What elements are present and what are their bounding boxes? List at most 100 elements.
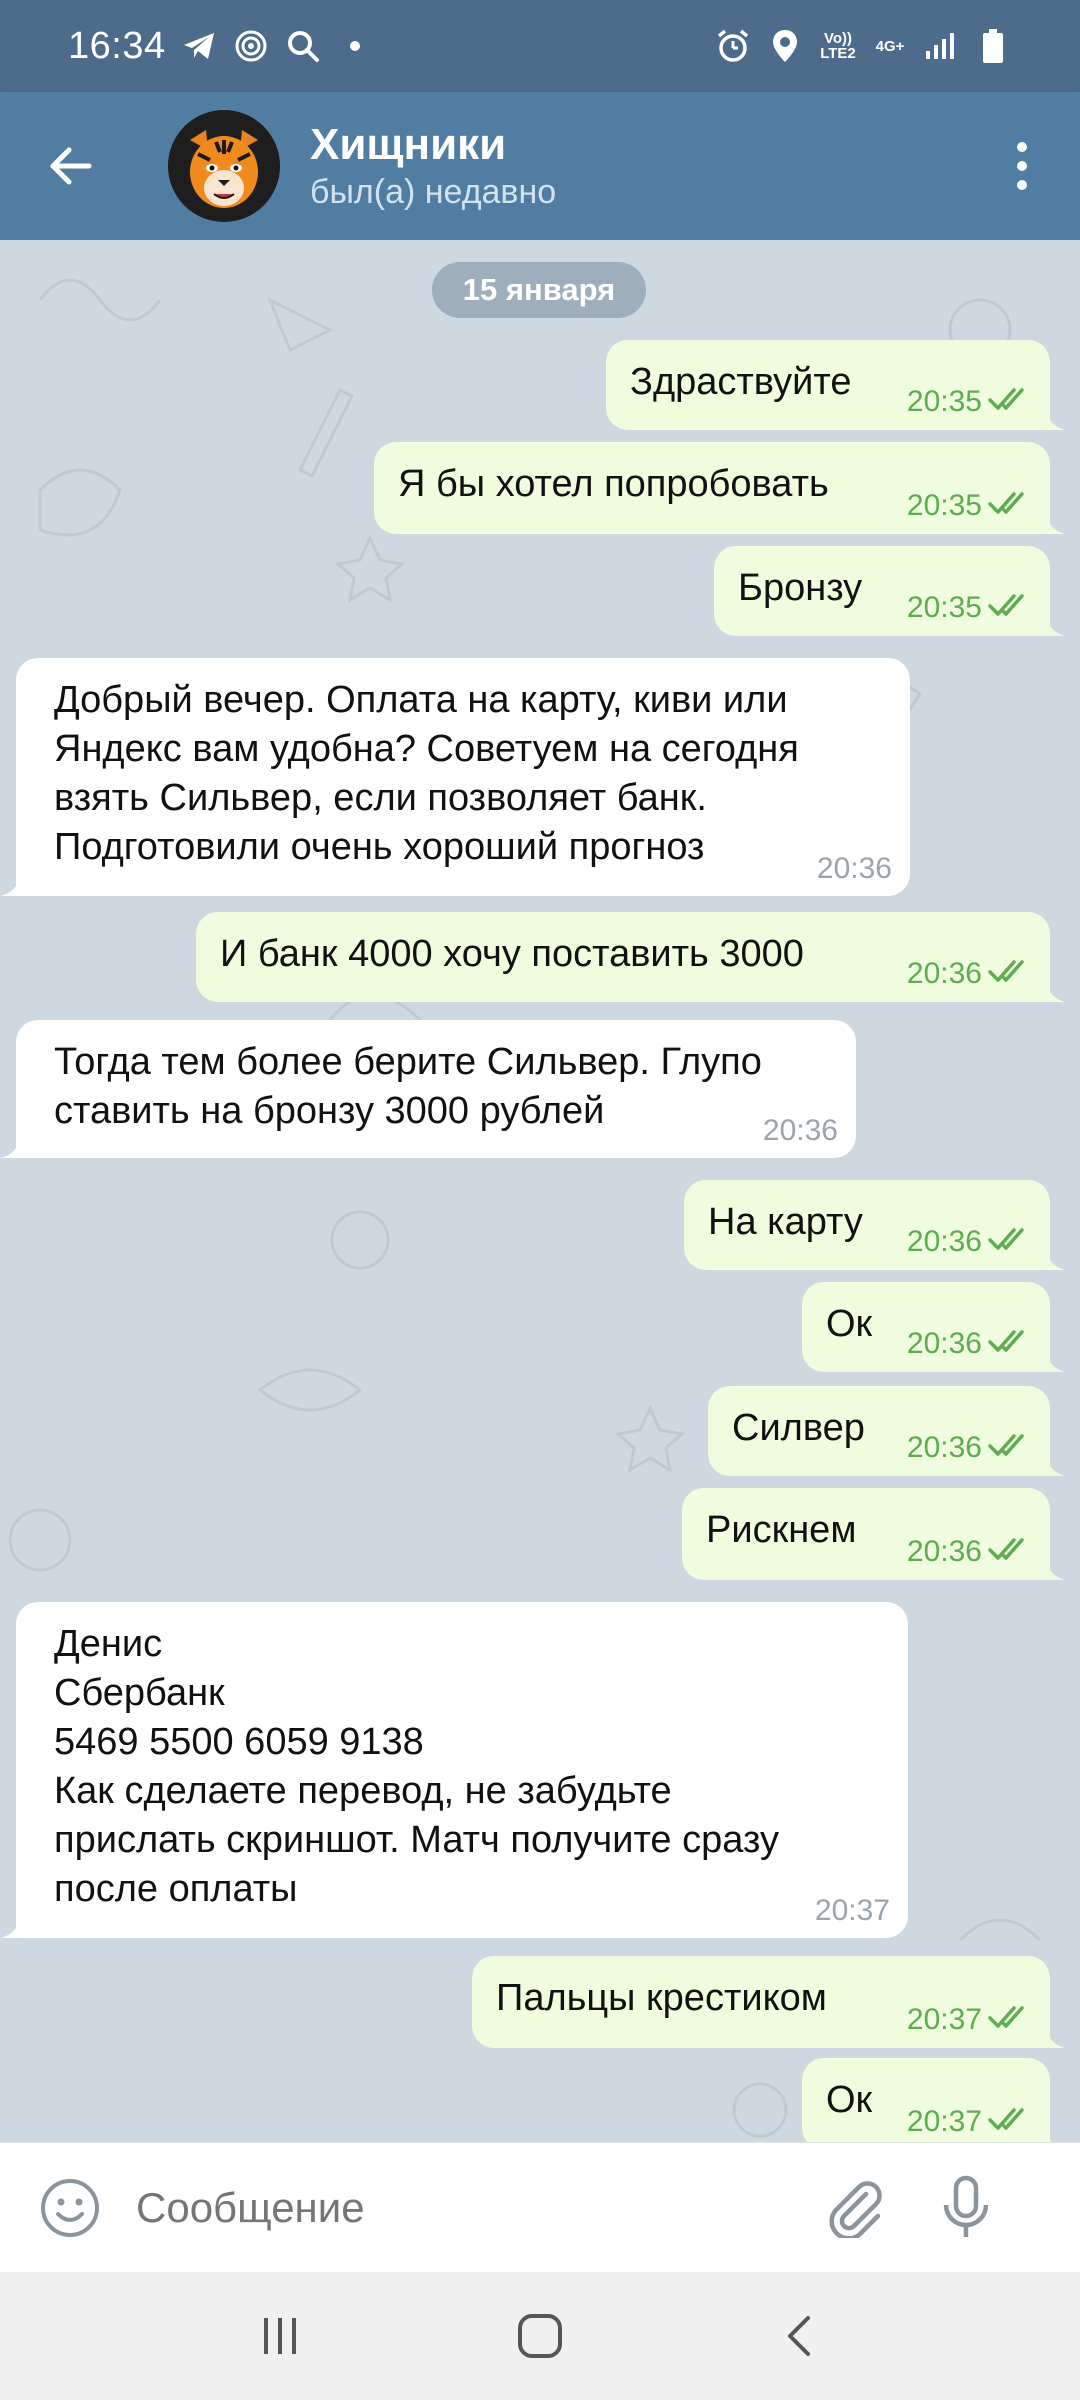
- message-meta: 20:37: [907, 2106, 1032, 2138]
- incoming-message[interactable]: Тогда тем более берите Сильвер. Глупо ст…: [0, 1020, 856, 1158]
- paperclip-icon: [829, 2180, 882, 2238]
- read-receipt-icon: [988, 490, 1032, 522]
- bubble-tail: [0, 874, 20, 896]
- double-check-icon: [988, 2108, 1024, 2130]
- more-menu-button[interactable]: [992, 121, 1052, 211]
- home-button[interactable]: [495, 2291, 585, 2381]
- double-check-icon: [988, 1538, 1024, 1560]
- tiger-avatar-icon: [168, 110, 280, 222]
- message-meta: 20:36: [907, 958, 1032, 990]
- emoji-button[interactable]: [30, 2168, 110, 2248]
- message-text: Добрый вечер. Оплата на карту, киви или …: [54, 679, 799, 868]
- read-receipt-icon: [988, 958, 1032, 990]
- bubble-tail: [1046, 2128, 1052, 2142]
- outgoing-message[interactable]: Силвер 20:36: [708, 1386, 1066, 1476]
- double-check-icon: [988, 1228, 1024, 1250]
- read-receipt-icon: [988, 1226, 1032, 1258]
- message-time: 20:36: [762, 1114, 838, 1147]
- outgoing-message[interactable]: Я бы хотел попробовать 20:35: [374, 442, 1066, 534]
- bubble-tail: [1046, 1248, 1066, 1270]
- back-button[interactable]: [26, 121, 116, 211]
- outgoing-message[interactable]: На карту 20:36: [684, 1180, 1066, 1270]
- double-check-icon: [988, 594, 1024, 616]
- avatar[interactable]: [168, 110, 280, 222]
- more-vertical-icon: [1017, 142, 1027, 152]
- bubble-tail: [1046, 1454, 1066, 1476]
- home-icon: [518, 2314, 562, 2358]
- message-meta: 20:37: [907, 2004, 1032, 2036]
- read-receipt-icon: [988, 1328, 1032, 1360]
- recents-icon: [264, 2318, 296, 2354]
- read-receipt-icon: [988, 2004, 1032, 2036]
- message-meta: 20:36: [817, 854, 892, 884]
- message-time: 20:36: [906, 1431, 982, 1464]
- double-check-icon: [988, 1330, 1024, 1352]
- read-receipt-icon: [988, 1536, 1032, 1568]
- outgoing-message[interactable]: Бронзу 20:35: [714, 546, 1066, 636]
- message-time: 20:35: [906, 489, 982, 522]
- spiral-icon: [232, 27, 270, 65]
- microphone-icon: [943, 2175, 989, 2237]
- read-receipt-icon: [988, 592, 1032, 624]
- dot-icon: [336, 27, 374, 65]
- bubble-tail: [1046, 2026, 1066, 2048]
- outgoing-message[interactable]: Рискнем 20:36: [682, 1488, 1066, 1580]
- bubble-tail: [1046, 614, 1066, 636]
- outgoing-message[interactable]: И банк 4000 хочу поставить 3000 20:36: [196, 912, 1066, 1002]
- chat-info[interactable]: Хищники был(а) недавно: [310, 119, 556, 213]
- outgoing-message[interactable]: Ок 20:36: [802, 1282, 1066, 1372]
- 4g-icon: 4G+: [875, 37, 905, 55]
- incoming-message[interactable]: Добрый вечер. Оплата на карту, киви или …: [0, 658, 910, 896]
- alarm-icon: [714, 27, 752, 65]
- read-receipt-icon: [988, 1432, 1032, 1464]
- message-meta: 20:36: [907, 1432, 1032, 1464]
- message-time: 20:37: [906, 2105, 982, 2138]
- chat-header: Хищники был(а) недавно: [0, 92, 1080, 240]
- attach-button[interactable]: [816, 2168, 896, 2248]
- recent-apps-button[interactable]: [235, 2291, 325, 2381]
- chat-title: Хищники: [310, 120, 507, 169]
- search-icon: [284, 27, 322, 65]
- outgoing-message[interactable]: Ок 20:37: [802, 2058, 1052, 2142]
- message-meta: 20:37: [815, 1896, 890, 1926]
- location-icon: [766, 27, 804, 65]
- double-check-icon: [988, 1434, 1024, 1456]
- message-time: 20:36: [906, 1225, 982, 1258]
- message-time: 20:36: [816, 852, 892, 885]
- message-meta: 20:36: [907, 1226, 1032, 1258]
- outgoing-message[interactable]: Здраствуйте 20:35: [606, 340, 1066, 430]
- message-meta: 20:36: [907, 1328, 1032, 1360]
- message-time: 20:36: [906, 957, 982, 990]
- chat-area[interactable]: 15 января Здраствуйте 20:35 Я бы хотел поп…: [0, 240, 1080, 2142]
- bubble-tail: [0, 1136, 20, 1158]
- message-meta: 20:36: [907, 1536, 1032, 1568]
- double-check-icon: [988, 388, 1024, 410]
- battery-icon: [974, 27, 1012, 65]
- bubble-tail: [1046, 1558, 1066, 1580]
- message-time: 20:36: [906, 1535, 982, 1568]
- status-bar: 16:34 Vo)) LTE2 4G+: [0, 0, 1080, 92]
- bubble-tail: [0, 1916, 20, 1938]
- double-check-icon: [988, 492, 1024, 514]
- date-separator: 15 января: [432, 262, 646, 318]
- double-check-icon: [988, 2006, 1024, 2028]
- system-back-button[interactable]: [755, 2291, 845, 2381]
- message-input[interactable]: [136, 2183, 816, 2232]
- outgoing-message[interactable]: Пальцы крестиком 20:37: [472, 1956, 1066, 2048]
- double-check-icon: [988, 960, 1024, 982]
- incoming-message[interactable]: Денис Сбербанк 5469 5500 6059 9138 Как с…: [0, 1602, 908, 1938]
- bubble-tail: [1046, 512, 1066, 534]
- message-time: 20:35: [906, 591, 982, 624]
- voice-record-button[interactable]: [926, 2168, 1006, 2248]
- message-meta: 20:36: [763, 1116, 838, 1146]
- message-time: 20:37: [906, 2003, 982, 2036]
- message-time: 20:35: [906, 385, 982, 418]
- bubble-tail: [1046, 980, 1066, 1002]
- message-time: 20:37: [814, 1894, 890, 1927]
- volte-icon: Vo)) LTE2: [820, 30, 856, 62]
- message-meta: 20:35: [907, 386, 1032, 418]
- status-time: 16:34: [68, 24, 166, 67]
- read-receipt-icon: [988, 386, 1032, 418]
- message-meta: 20:35: [907, 592, 1032, 624]
- telegram-icon: [180, 27, 218, 65]
